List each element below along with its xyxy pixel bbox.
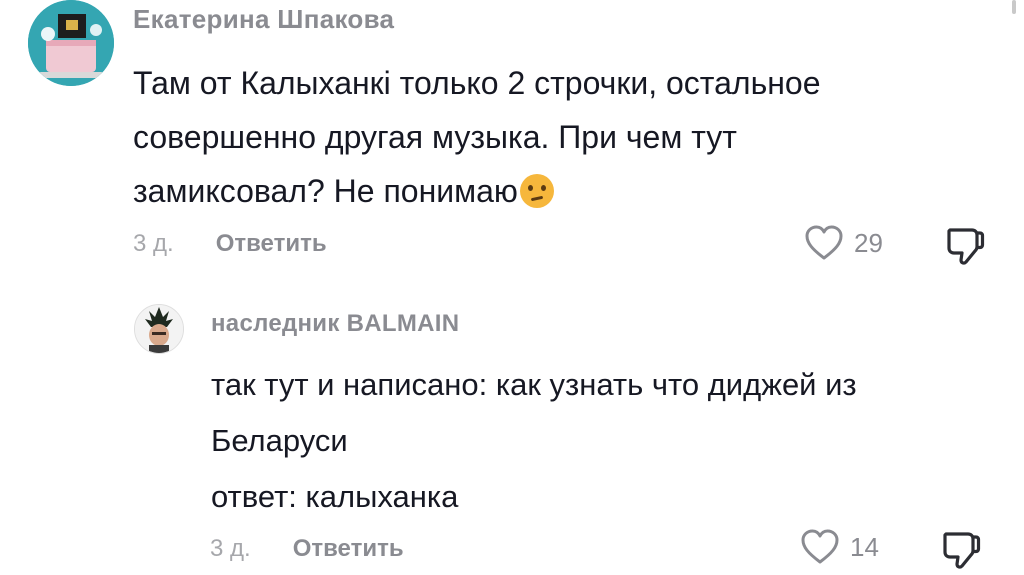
username[interactable]: Екатерина Шпакова — [133, 4, 394, 35]
comment-text: Там от Калыханкі только 2 строчки, остал… — [133, 56, 993, 218]
comment-text: так тут и написано: как узнать что дидже… — [211, 367, 857, 514]
reply-button[interactable]: Ответить — [293, 535, 404, 563]
avatar[interactable] — [134, 304, 184, 354]
comment-text-content: Там от Калыханкі только 2 строчки, остал… — [133, 65, 821, 209]
like-count: 29 — [854, 227, 883, 258]
comment: Екатерина Шпакова Там от Калыханкі тольк… — [0, 0, 1024, 285]
like-button[interactable]: 14 — [800, 528, 879, 566]
thumbs-down-icon — [947, 228, 985, 265]
like-count: 14 — [850, 531, 879, 562]
username[interactable]: наследник BALMAIN — [211, 310, 459, 338]
reply-button[interactable]: Ответить — [216, 230, 327, 258]
avatar[interactable] — [28, 0, 114, 86]
timestamp: 3 д. — [133, 230, 174, 257]
thumbs-down-icon — [943, 532, 981, 569]
heart-icon — [805, 225, 843, 260]
heart-icon — [801, 529, 839, 564]
dislike-button[interactable] — [944, 224, 986, 271]
thinking-face-emoji — [519, 174, 554, 208]
like-button[interactable]: 29 — [804, 224, 883, 262]
timestamp: 3 д. — [210, 535, 251, 562]
comment-meta: 3 д. Ответить — [133, 230, 327, 258]
dislike-button[interactable] — [940, 528, 982, 575]
comment-meta: 3 д. Ответить — [210, 535, 404, 563]
